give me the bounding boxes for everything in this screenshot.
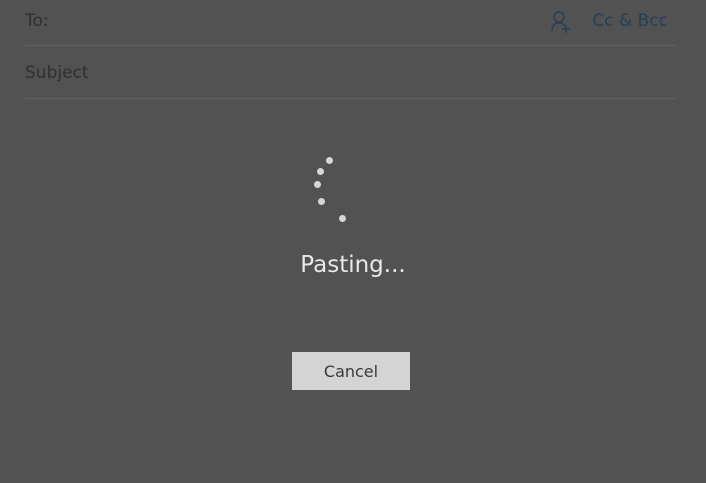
- spinner-dot: [314, 181, 321, 188]
- spinner-dot: [317, 168, 324, 175]
- add-contact-icon[interactable]: [551, 10, 573, 34]
- spinner-dot: [326, 157, 333, 164]
- pasting-status-text: Pasting...: [300, 252, 406, 278]
- cc-bcc-link[interactable]: Cc & Bcc: [592, 11, 668, 31]
- subject-field-row[interactable]: Subject: [25, 53, 676, 99]
- spinner-dot: [318, 198, 325, 205]
- loading-spinner-icon: [300, 145, 360, 235]
- cancel-button[interactable]: Cancel: [292, 352, 410, 390]
- to-field-row[interactable]: To: Cc & Bcc: [25, 0, 676, 46]
- to-label: To:: [25, 11, 49, 31]
- spinner-dot: [339, 215, 346, 222]
- compose-window: To: Cc & Bcc Subject Pasting... Cancel: [0, 0, 706, 483]
- subject-placeholder: Subject: [25, 63, 89, 83]
